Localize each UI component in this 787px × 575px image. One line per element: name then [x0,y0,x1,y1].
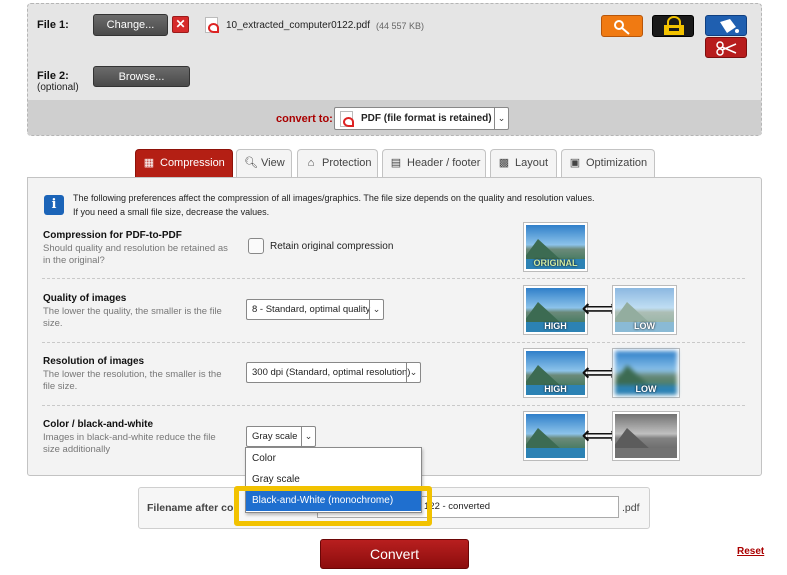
color-image-thumb [523,411,588,461]
grayscale-image-thumb [612,411,680,461]
quality-select[interactable]: 8 - Standard, optimal quality ⌄ [246,299,384,320]
grid-icon: ▩ [498,157,510,169]
convert-to-label: convert to: [276,113,333,125]
resolution-select-value: 300 dpi (Standard, optimal resolution) [252,367,411,378]
original-image-thumb: ORIGINAL [523,222,588,272]
color-select[interactable]: Gray scale ⌄ [246,426,316,447]
key-icon[interactable] [601,15,643,37]
low-quality-thumb: LOW [612,285,677,335]
file1-size: (44 557 KB) [376,21,425,31]
tab-label: Optimization [586,157,648,169]
thumb-tag-low: LOW [635,384,657,394]
magnifier-icon: 🔍︎ [244,157,258,169]
tab-label: View [261,157,285,169]
tab-layout[interactable]: ▩ Layout [490,149,557,177]
scissors-icon[interactable] [705,37,747,58]
chevron-down-icon: ⌄ [494,108,508,129]
selection-highlight-frame [234,486,432,526]
tab-label: Layout [515,157,549,169]
tab-compression[interactable]: ▦ Compression [135,149,233,178]
convert-format-select[interactable]: PDF (file format is retained) ⌄ [334,107,509,130]
tab-label: Protection [322,157,372,169]
filename-label: Filename after co [147,502,234,514]
pdf-file-icon [205,17,219,33]
tab-label: Header / footer [407,157,481,169]
info-text-line1: The following preferences affect the com… [73,193,595,203]
chevron-down-icon: ⌄ [301,427,315,446]
row-title-compression: Compression for PDF-to-PDF [43,230,182,241]
file1-filename: 10_extracted_computer0122.pdf [226,20,370,31]
optimize-icon: ▣ [569,157,581,169]
lock-icon[interactable] [652,15,694,37]
row-desc-color: Images in black-and-white reduce the fil… [43,432,216,455]
chevron-down-icon: ⌄ [406,363,420,382]
low-resolution-thumb: LOW [612,348,680,398]
row-title-color: Color / black-and-white [43,419,154,430]
row-desc-quality: The lower the quality, the smaller is th… [43,306,222,329]
convert-button[interactable]: Convert [320,539,469,569]
chevron-down-icon: ⌄ [369,300,383,319]
row-desc-resolution: The lower the resolution, the smaller is… [43,369,222,392]
divider [42,278,745,279]
info-text-line2: If you need a small file size, decrease … [73,207,270,217]
resolution-select[interactable]: 300 dpi (Standard, optimal resolution) ⌄ [246,362,421,383]
page-icon: ▤ [390,157,402,169]
paint-bucket-icon[interactable] [705,15,747,36]
tab-view[interactable]: 🔍︎ View [236,149,292,177]
quality-select-value: 8 - Standard, optimal quality [252,304,371,315]
thumb-tag-original: ORIGINAL [533,258,578,268]
reset-link[interactable]: Reset [737,546,764,557]
row-desc-compression: Should quality and resolution be retaine… [43,243,228,266]
compress-icon: ▦ [143,157,155,169]
convert-format-value: PDF (file format is retained) [361,113,492,124]
retain-compression-checkbox[interactable] [248,238,264,254]
thumb-tag-high: HIGH [544,384,567,394]
divider [42,405,745,406]
row-title-quality: Quality of images [43,293,127,304]
filename-extension: .pdf [622,502,640,514]
row-title-resolution: Resolution of images [43,356,145,367]
file1-label: File 1: [37,19,69,31]
info-icon: i [44,195,64,215]
color-select-value: Gray scale [252,431,298,442]
lock-icon: ⌂ [307,157,315,169]
high-quality-thumb: HIGH [523,285,588,335]
retain-compression-label: Retain original compression [270,241,394,252]
thumb-tag-low: LOW [634,321,655,331]
tab-header-footer[interactable]: ▤ Header / footer [382,149,486,177]
tab-protection[interactable]: ⌂ Protection [297,149,378,177]
tab-optimization[interactable]: ▣ Optimization [561,149,655,177]
remove-file-icon[interactable]: ✕ [172,16,189,33]
change-file-button[interactable]: Change... [93,14,168,36]
pdf-format-icon [340,111,354,127]
file2-label: File 2: [37,70,69,82]
divider [42,342,745,343]
browse-file2-button[interactable]: Browse... [93,66,190,87]
file2-optional-label: (optional) [37,82,79,93]
high-resolution-thumb: HIGH [523,348,588,398]
thumb-tag-high: HIGH [544,321,567,331]
tab-label: Compression [160,157,225,169]
option-color[interactable]: Color [246,448,421,469]
